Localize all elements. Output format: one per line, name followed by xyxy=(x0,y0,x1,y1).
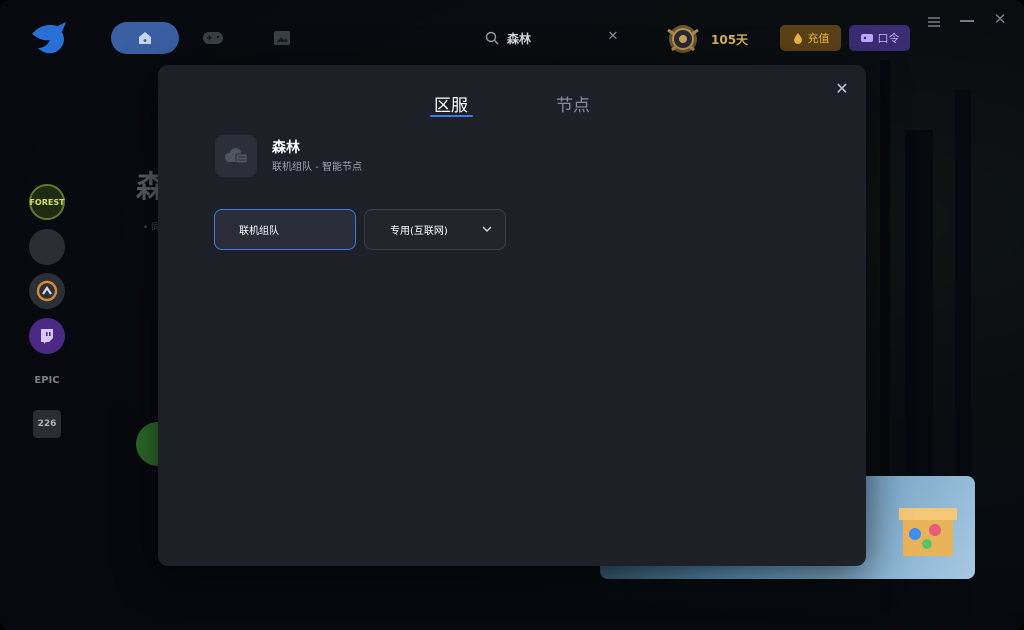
gift-box-icon xyxy=(899,508,957,556)
game-icon xyxy=(215,135,257,177)
image-icon xyxy=(274,31,290,45)
menu-icon[interactable] xyxy=(926,14,942,28)
chevron-down-icon xyxy=(482,226,492,233)
vip-badge-icon[interactable] xyxy=(662,20,704,58)
sidebar-item-overwatch[interactable] xyxy=(29,273,65,309)
home-icon xyxy=(139,32,151,44)
overwatch-icon xyxy=(36,280,58,302)
cloud-server-icon xyxy=(225,148,248,164)
code-button[interactable]: 口令 xyxy=(849,25,910,51)
recharge-button[interactable]: 充值 xyxy=(780,25,841,51)
sidebar-item-twitch[interactable] xyxy=(29,318,65,354)
tab-zone[interactable]: 区服 xyxy=(434,91,468,116)
nav-games-button[interactable] xyxy=(200,28,226,48)
clear-search-icon[interactable]: ✕ xyxy=(606,30,620,44)
line-select[interactable]: 专用(互联网) xyxy=(364,209,506,250)
tab-node[interactable]: 节点 xyxy=(556,91,590,116)
sidebar-item-count: 226 xyxy=(37,419,57,429)
twitch-icon xyxy=(41,329,53,344)
drop-icon xyxy=(793,33,802,44)
game-title: 森林 xyxy=(272,140,300,156)
nav-gallery-button[interactable] xyxy=(270,28,294,48)
sidebar-item-epic[interactable]: EPIC xyxy=(29,362,65,398)
window-close-icon[interactable]: ✕ xyxy=(992,11,1008,27)
recharge-label: 充值 xyxy=(807,32,830,45)
sidebar-item-label: FOREST xyxy=(29,197,65,207)
nav-home-button[interactable] xyxy=(111,22,179,54)
ticket-icon xyxy=(860,34,873,42)
app-logo-icon xyxy=(28,20,70,56)
vip-days-label: 105天 xyxy=(711,33,749,47)
active-tab-indicator xyxy=(430,115,473,117)
search-icon xyxy=(484,30,500,46)
sidebar-item-label: EPIC xyxy=(34,374,60,386)
sidebar-item-forest[interactable]: FOREST xyxy=(29,184,65,220)
mode-team-button[interactable]: 联机组队 xyxy=(214,209,356,250)
code-label: 口令 xyxy=(877,32,900,45)
game-subtitle: 联机组队 - 智能节点 xyxy=(272,162,362,173)
server-select-dialog: 区服 节点 ✕ 森林 联机组队 - 智能节点 联机组队 专用(互联网) xyxy=(158,65,866,566)
sidebar-item-blank[interactable] xyxy=(29,229,65,265)
sidebar-item-more[interactable]: 226 xyxy=(33,410,61,438)
gamepad-icon xyxy=(203,32,223,44)
dialog-close-icon[interactable]: ✕ xyxy=(834,81,850,97)
minimize-icon[interactable] xyxy=(960,20,974,22)
search-input[interactable]: 森林 xyxy=(507,30,531,47)
line-select-value: 专用(互联网) xyxy=(390,226,448,237)
